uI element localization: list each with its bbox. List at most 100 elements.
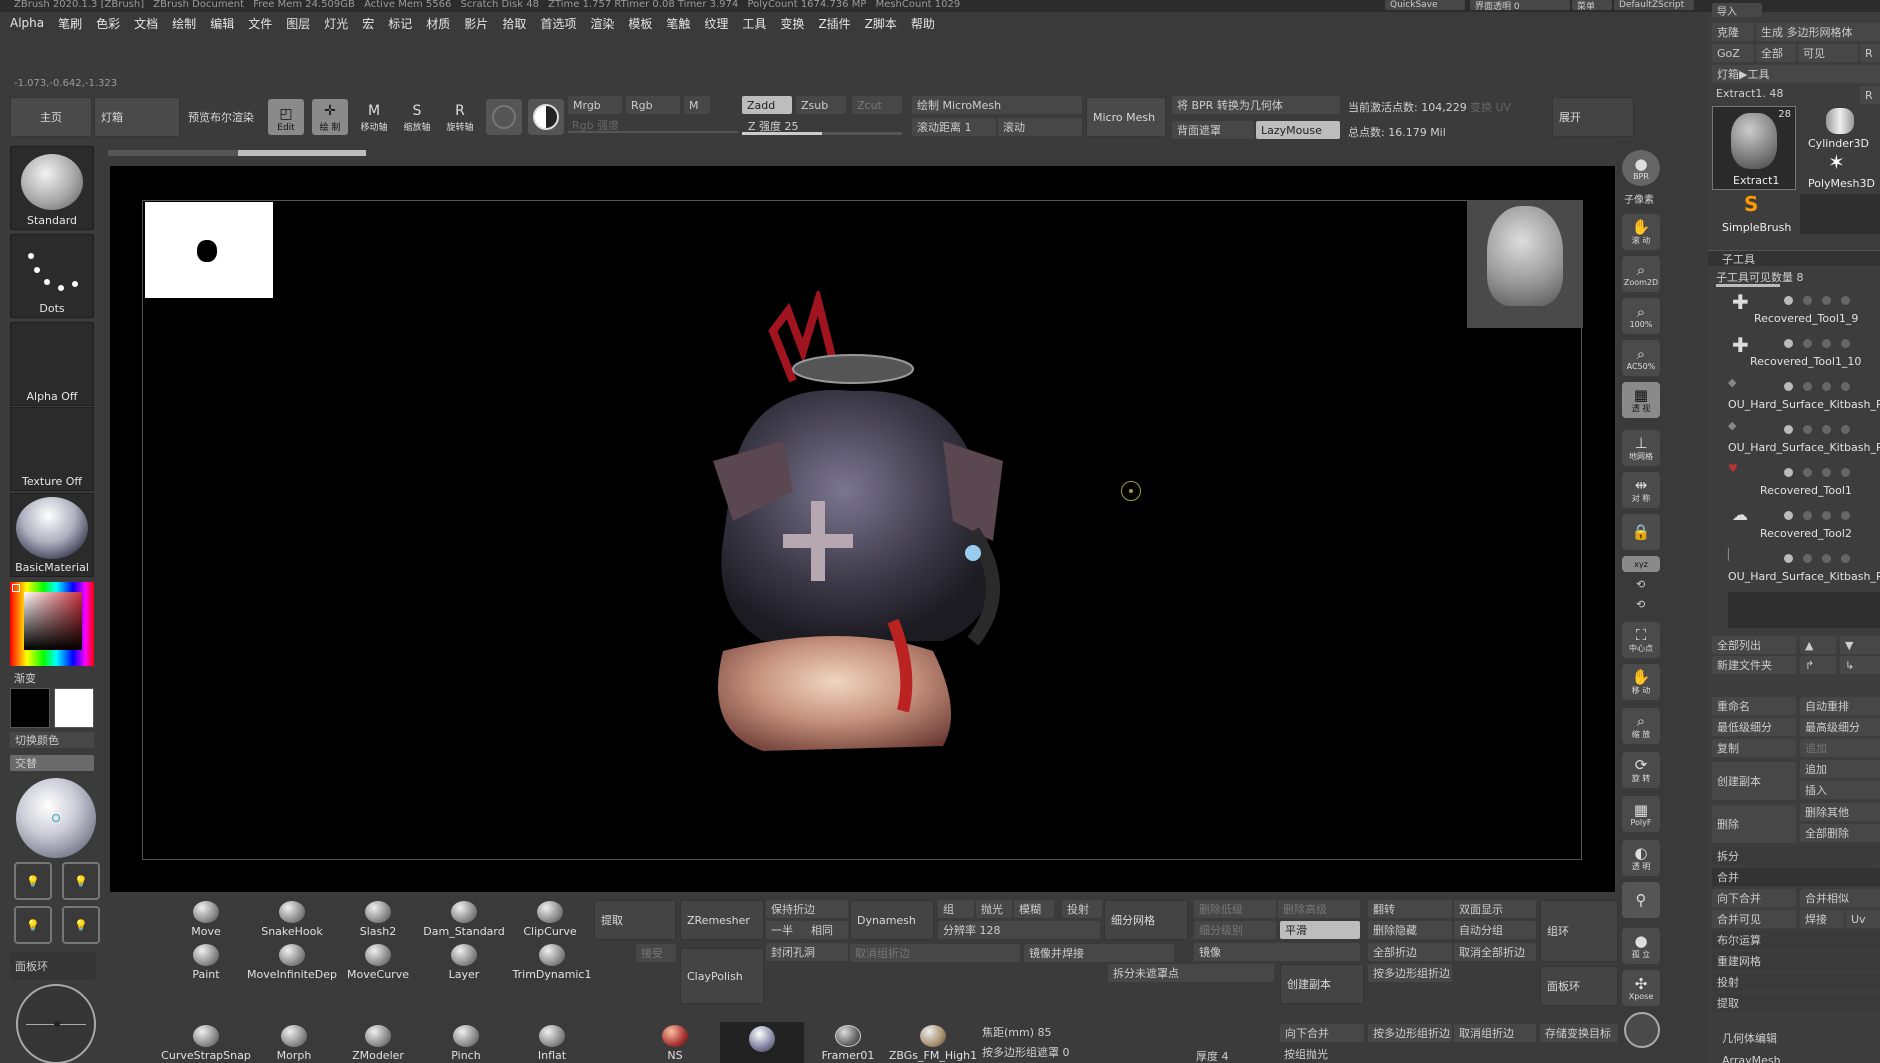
subtool-row[interactable]: ✚ Recovered_Tool1_10 [1724, 333, 1880, 369]
sphere-edit-button[interactable] [486, 99, 522, 135]
split-unmasked-button[interactable]: 拆分未遮罩点 [1108, 964, 1274, 982]
project-section[interactable]: 投射 [1712, 973, 1880, 991]
move-up-button[interactable]: ▲ [1800, 636, 1836, 654]
shelf-scroll-thumb[interactable] [238, 150, 366, 156]
shelf-scrollbar[interactable] [108, 150, 366, 156]
subdiv-level-slider[interactable]: 细分级别 [1194, 921, 1276, 939]
panel-loop-bottom-button[interactable]: 面板环 [1540, 966, 1618, 1006]
switch-color-button[interactable]: 切换颜色 [10, 732, 94, 748]
merge-down-bottom-button[interactable]: 向下合并 [1280, 1024, 1364, 1042]
light-1-button[interactable]: 💡 [14, 862, 52, 900]
brush-zmodeler[interactable]: ZModeler [340, 1022, 416, 1062]
menu-transform[interactable]: 变换 [780, 15, 804, 32]
close-holes-button[interactable]: 封闭孔洞 [766, 943, 848, 961]
group-button[interactable]: 组 [938, 900, 974, 918]
goz-button[interactable]: GoZ [1712, 44, 1754, 62]
scale-mode-button[interactable]: S 缩放轴 [399, 99, 435, 135]
draw-button[interactable]: ✛ 绘 制 [312, 99, 348, 135]
zremesher-button[interactable]: ZRemesher [680, 900, 764, 940]
nav-dial[interactable] [16, 984, 96, 1063]
merge-similar-button[interactable]: 合并相似 [1800, 889, 1880, 907]
uncrease-all-button[interactable]: 取消全部折边 [1454, 943, 1536, 961]
menu-brush[interactable]: 笔刷 [58, 15, 82, 32]
goz-all-button[interactable]: 全部 [1756, 44, 1796, 62]
menu-help[interactable]: 帮助 [911, 15, 935, 32]
new-folder-button[interactable]: 新建文件夹 [1712, 656, 1796, 674]
append-button[interactable]: 追加 [1800, 739, 1880, 757]
move-mode-button[interactable]: M 移动轴 [356, 99, 392, 135]
convert-bpr-button[interactable]: 将 BPR 转换为几何体 [1172, 96, 1340, 114]
brush-move[interactable]: Move [168, 898, 244, 938]
delete-lower-button[interactable]: 删除低级 [1194, 900, 1276, 918]
alpha-selector[interactable]: Alpha Off [10, 322, 94, 406]
material-selector[interactable]: BasicMaterial [10, 493, 94, 577]
delete-higher-button[interactable]: 删除高级 [1278, 900, 1360, 918]
auto-reorder-button[interactable]: 自动重排 [1800, 697, 1880, 715]
goz-visible-button[interactable]: 可见 [1798, 44, 1858, 62]
draw-micromesh-button[interactable]: 绘制 MicroMesh [912, 96, 1082, 114]
split-section[interactable]: 拆分 [1712, 847, 1880, 865]
rotate-z-icon[interactable]: ⟲ [1636, 598, 1645, 611]
move-down-button[interactable]: ▼ [1840, 636, 1880, 654]
material-framer01[interactable]: Framer01 [808, 1022, 888, 1062]
store-morph-button[interactable]: 存储变换目标 [1540, 1024, 1618, 1042]
subtool-header[interactable]: 子工具 [1708, 250, 1880, 266]
claypolish-button[interactable]: ClayPolish [680, 948, 764, 1004]
frame-button[interactable]: ⛶ 中心点 [1622, 622, 1660, 658]
thickness-slider[interactable]: 厚度 4 [1196, 1048, 1229, 1063]
flip-button[interactable]: 翻转 [1368, 900, 1452, 918]
menu-texture[interactable]: 纹理 [704, 15, 728, 32]
zsub-button[interactable]: Zsub [796, 96, 846, 114]
weld-button[interactable]: 焊接 [1800, 910, 1844, 928]
zoom100-button[interactable]: ⌕ 100% [1622, 298, 1660, 334]
menu-stroke[interactable]: 笔触 [666, 15, 690, 32]
brush-trimdynamic[interactable]: TrimDynamic1 [510, 941, 594, 981]
brush-paint[interactable]: Paint [168, 941, 244, 981]
m-button[interactable]: M [684, 96, 710, 114]
secondary-color-swatch[interactable] [54, 688, 94, 728]
material-ns[interactable]: NS [637, 1022, 713, 1062]
menu-macro[interactable]: 宏 [362, 15, 374, 32]
home-tab[interactable]: 主页 [10, 97, 92, 137]
merge-visible-button[interactable]: 合并可见 [1712, 910, 1796, 928]
rgb-button[interactable]: Rgb [626, 96, 680, 114]
menu-zplugin[interactable]: Z插件 [818, 15, 850, 32]
micro-mesh-button[interactable]: Micro Mesh [1086, 97, 1166, 137]
tool-slot-polymesh3d[interactable]: ✶ PolyMesh3D [1800, 150, 1880, 190]
crease-all-button[interactable]: 全部折边 [1368, 943, 1452, 961]
light-position-marker[interactable] [52, 814, 60, 822]
transparency-slider[interactable]: 界面透明 0 [1470, 0, 1570, 10]
import-button[interactable]: 导入 [1712, 3, 1762, 17]
delete-button[interactable]: 删除 [1712, 805, 1796, 843]
document-canvas[interactable] [142, 200, 1583, 860]
menu-render[interactable]: 渲染 [590, 15, 614, 32]
menu-movie[interactable]: 影片 [464, 15, 488, 32]
subtool-row[interactable]: ▏ OU_Hard_Surface_Kitbash_P [1724, 548, 1880, 584]
menu-preferences[interactable]: 首选项 [540, 15, 576, 32]
duplicate-button[interactable]: 复制 [1712, 739, 1796, 757]
dynamesh-button[interactable]: Dynamesh [850, 900, 934, 940]
subtool-row[interactable]: ♥ Recovered_Tool1 [1724, 462, 1880, 498]
rename-button[interactable]: 重命名 [1712, 697, 1796, 715]
solo-button[interactable]: ● 孤 立 [1622, 928, 1660, 964]
group-polish-button[interactable]: 按组抛光 [1284, 1046, 1328, 1062]
tool-slot-dim[interactable] [1800, 194, 1880, 234]
material-current[interactable] [720, 1022, 804, 1063]
highest-subdiv-button[interactable]: 最高级细分 [1800, 718, 1880, 736]
material-zbgs[interactable]: ZBGs_FM_High1 [889, 1022, 977, 1062]
menu-light[interactable]: 灯光 [324, 15, 348, 32]
lowest-subdiv-button[interactable]: 最低级细分 [1712, 718, 1796, 736]
zadd-button[interactable]: Zadd [742, 96, 792, 114]
menu-color[interactable]: 色彩 [96, 15, 120, 32]
light-2-button[interactable]: 💡 [62, 862, 100, 900]
tool-slot-extract1[interactable]: 28 Extract1 [1712, 106, 1796, 190]
menu-tool[interactable]: 工具 [742, 15, 766, 32]
brush-curvestrapsnap[interactable]: CurveStrapSnap [161, 1022, 251, 1062]
folder-up-button[interactable]: ↱ [1800, 656, 1836, 674]
lightbox-tab[interactable]: 灯箱 [94, 97, 180, 137]
mirror-button[interactable]: 镜像 [1194, 943, 1360, 961]
bpr-preview-tab[interactable]: 预览布尔渲染 [182, 97, 262, 137]
mrgb-button[interactable]: Mrgb [568, 96, 622, 114]
folder-down-button[interactable]: ↳ [1840, 656, 1880, 674]
zoom2d-button[interactable]: ⌕ Zoom2D [1622, 256, 1660, 292]
